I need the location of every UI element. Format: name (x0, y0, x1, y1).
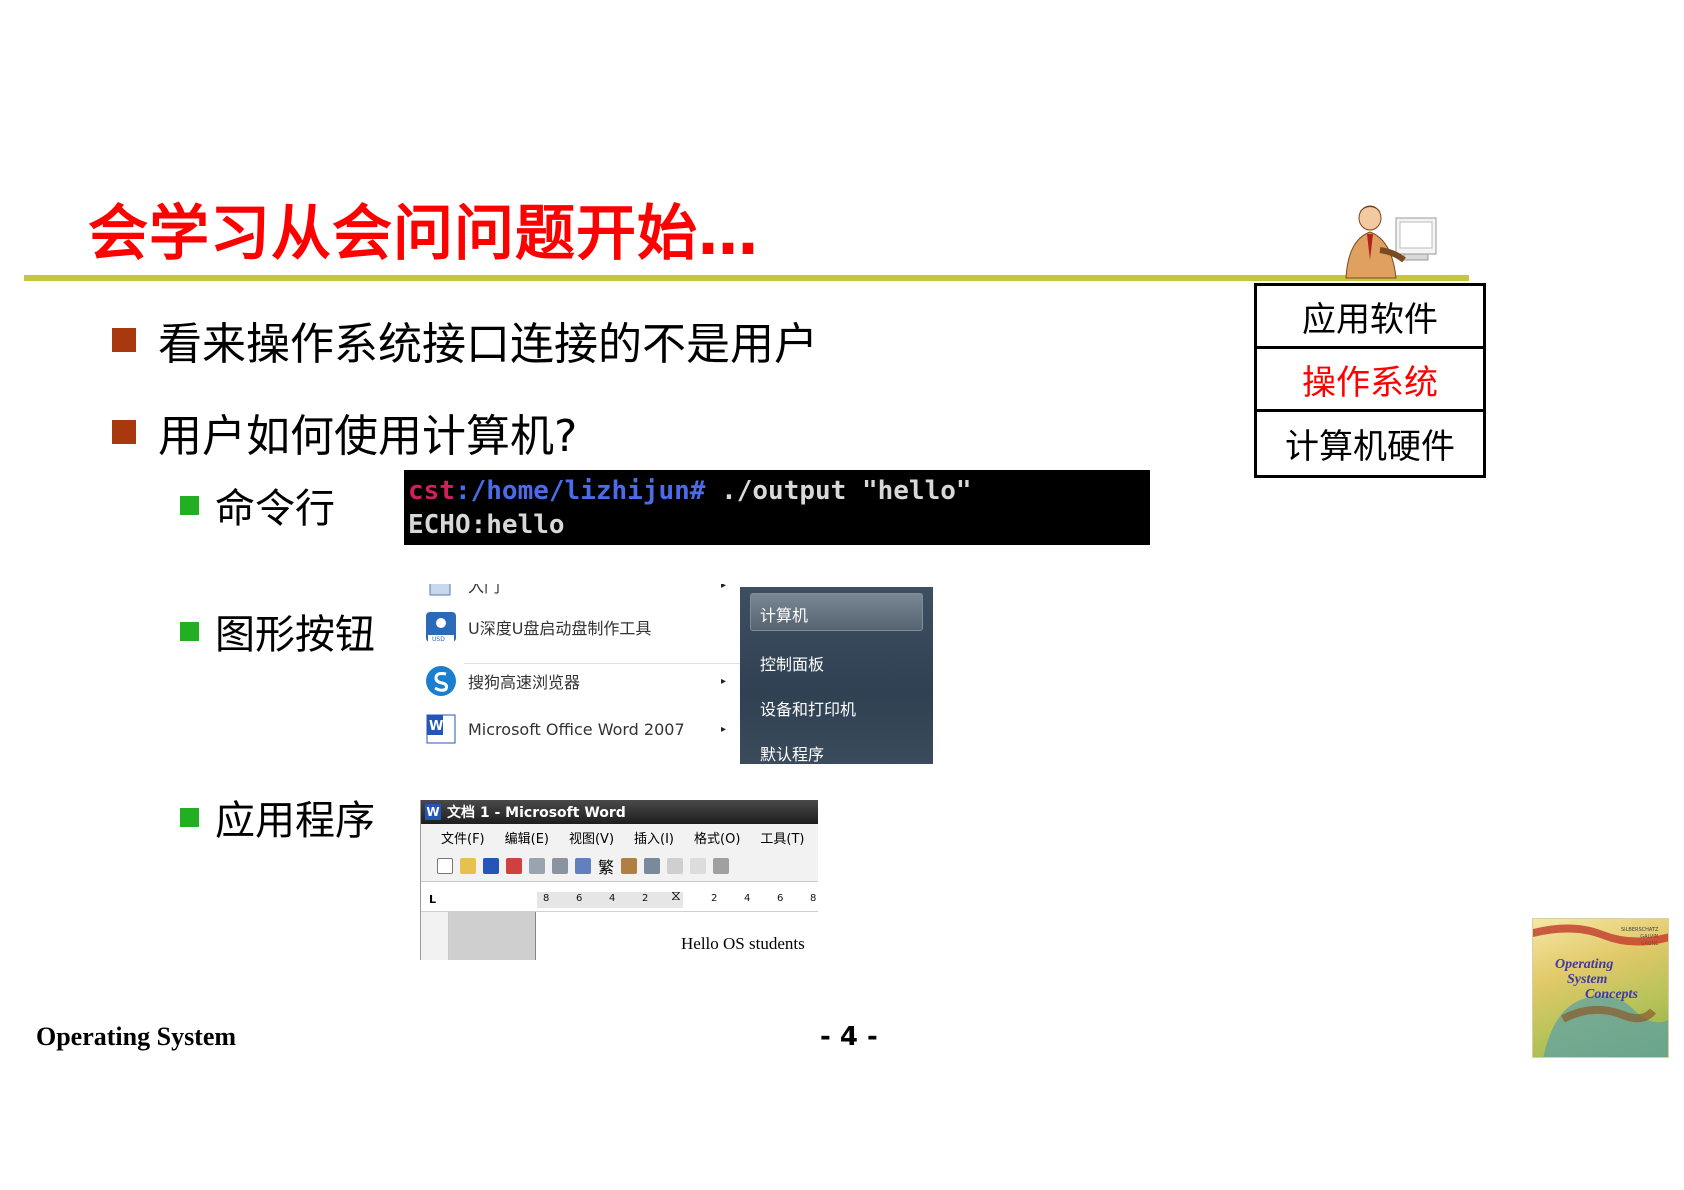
ruler-number: 6 (576, 893, 583, 904)
terminal-command: ./output "hello" (705, 476, 972, 506)
sub-bullet-text: 应用程序 (215, 798, 375, 844)
terminal-command-line: cst:/home/lizhijun# ./output "hello" (408, 474, 1146, 508)
vertical-ruler (421, 912, 449, 960)
getting-started-icon (424, 584, 458, 602)
bullet-square-icon (180, 807, 199, 827)
system-layer-stack: 应用软件 操作系统 计算机硬件 (1254, 283, 1486, 478)
book-cover-image: SILBERSCHATZ GALVIN GAGNE Operating Syst… (1532, 918, 1669, 1058)
submenu-arrow-icon: ▸ (720, 675, 726, 687)
ruler-number: 4 (744, 893, 751, 904)
word-title-bar: W 文档 1 - Microsoft Word (421, 800, 818, 824)
menu-file[interactable]: 文件(F) (441, 828, 485, 847)
start-menu-system-links: 计算机 控制面板 设备和打印机 默认程序 (740, 587, 933, 764)
layer-computer-hardware: 计算机硬件 (1285, 427, 1455, 467)
zoom-icon[interactable] (575, 857, 591, 874)
terminal-user: cst (408, 476, 455, 506)
footer-course-name: Operating System (36, 1022, 237, 1051)
document-text[interactable]: Hello OS students (681, 934, 805, 954)
start-menu-item[interactable]: 搜狗高速浏览器 ▸ (424, 664, 740, 698)
save-icon[interactable] (483, 857, 499, 874)
sub-bullet-text: 命令行 (215, 486, 335, 532)
svg-text:USD: USD (432, 636, 445, 643)
word-window-screenshot: W 文档 1 - Microsoft Word 文件(F) 编辑(E) 视图(V… (420, 800, 818, 960)
ruler-number: 8 (810, 893, 817, 904)
word-app-icon: W (425, 804, 441, 820)
print-icon[interactable] (529, 857, 545, 874)
word-title: 文档 1 - Microsoft Word (447, 805, 626, 821)
sogou-browser-icon (424, 664, 458, 698)
bullet-how-users: 用户如何使用计算机? (112, 400, 577, 464)
indent-marker-icon[interactable]: ⧖ (671, 888, 681, 904)
bullet-text: 用户如何使用计算机? (158, 411, 578, 462)
menu-tools[interactable]: 工具(T) (760, 828, 804, 847)
book-title: Operating System Concepts (1555, 957, 1638, 1002)
sub-bullet-gui: 图形按钮 (180, 602, 375, 660)
research-icon[interactable] (644, 857, 661, 874)
footer-page-number: - 4 - (820, 1022, 878, 1052)
start-menu-item[interactable]: 入门 ▸ (424, 584, 740, 602)
bullet-square-icon (112, 420, 136, 444)
terminal-screenshot: cst:/home/lizhijun# ./output "hello" ECH… (404, 470, 1150, 545)
bullet-square-icon (112, 328, 136, 352)
title-divider (24, 275, 1469, 281)
sub-bullet-text: 图形按钮 (215, 612, 375, 658)
start-menu-programs: 入门 ▸ USD U深度U盘启动盘制作工具 搜狗高速浏览器 ▸ W Micros… (424, 584, 740, 764)
open-folder-icon[interactable] (460, 857, 476, 874)
man-at-computer-icon (1334, 200, 1444, 280)
permission-icon[interactable] (506, 857, 522, 874)
tab-stop-icon[interactable]: L (429, 893, 436, 906)
bullet-square-icon (180, 495, 199, 515)
start-menu-item-label: 搜狗高速浏览器 (468, 673, 581, 692)
menu-edit[interactable]: 编辑(E) (505, 828, 549, 847)
terminal-output: ECHO:hello (408, 510, 565, 540)
slide-title: 会学习从会问问题开始… (88, 199, 759, 269)
paste-icon[interactable] (713, 857, 730, 874)
start-menu-item-label: 入门 (468, 584, 501, 596)
spelling-icon[interactable] (621, 857, 638, 874)
menu-view[interactable]: 视图(V) (569, 828, 614, 847)
start-menu-item[interactable]: W Microsoft Office Word 2007 ▸ (424, 712, 740, 746)
page-margin-area (449, 912, 535, 960)
menu-insert[interactable]: 插入(I) (634, 828, 674, 847)
svg-text:W: W (429, 719, 443, 734)
start-link-computer[interactable]: 计算机 (760, 602, 808, 626)
print-preview-icon[interactable] (552, 857, 568, 874)
bullet-square-icon (180, 621, 199, 641)
word-menu-bar: 文件(F) 编辑(E) 视图(V) 插入(I) 格式(O) 工具(T) (421, 824, 818, 850)
ruler-number: 4 (609, 893, 616, 904)
new-document-icon[interactable] (437, 857, 453, 874)
usb-tool-icon: USD (424, 610, 458, 644)
sub-bullet-command-line: 命令行 (180, 476, 335, 534)
start-link-control-panel[interactable]: 控制面板 (760, 651, 824, 675)
layer-operating-system: 操作系统 (1257, 349, 1483, 412)
submenu-arrow-icon: ▸ (720, 584, 726, 591)
start-menu-item-label: U深度U盘启动盘制作工具 (468, 619, 652, 638)
start-link-default-programs[interactable]: 默认程序 (760, 741, 824, 764)
ruler-text-area (683, 892, 818, 908)
bullet-text: 看来操作系统接口连接的不是用户 (158, 319, 818, 370)
start-menu-item-label: Microsoft Office Word 2007 (468, 719, 685, 739)
cut-icon[interactable] (667, 857, 684, 874)
word-ruler: L 8 6 4 2 ⧖ 2 4 6 8 (421, 888, 818, 912)
menu-format[interactable]: 格式(O) (694, 828, 740, 847)
word-toolbar: 繁 (421, 850, 818, 882)
word-icon: W (424, 712, 458, 746)
copy-icon[interactable] (690, 857, 707, 874)
ruler-number: 6 (777, 893, 784, 904)
terminal-path: :/home/lizhijun# (454, 476, 706, 506)
start-menu-item[interactable]: USD U深度U盘启动盘制作工具 (424, 610, 740, 644)
layer-application-software: 应用软件 (1257, 286, 1483, 349)
bullet-interface: 看来操作系统接口连接的不是用户 (112, 308, 818, 372)
start-link-devices-printers[interactable]: 设备和打印机 (760, 696, 856, 720)
traditional-chinese-button[interactable]: 繁 (598, 854, 614, 878)
submenu-arrow-icon: ▸ (720, 723, 726, 735)
ruler-number: 2 (642, 893, 649, 904)
ruler-number: 8 (543, 893, 550, 904)
sub-bullet-applications: 应用程序 (180, 788, 375, 846)
ruler-number: 2 (711, 893, 718, 904)
